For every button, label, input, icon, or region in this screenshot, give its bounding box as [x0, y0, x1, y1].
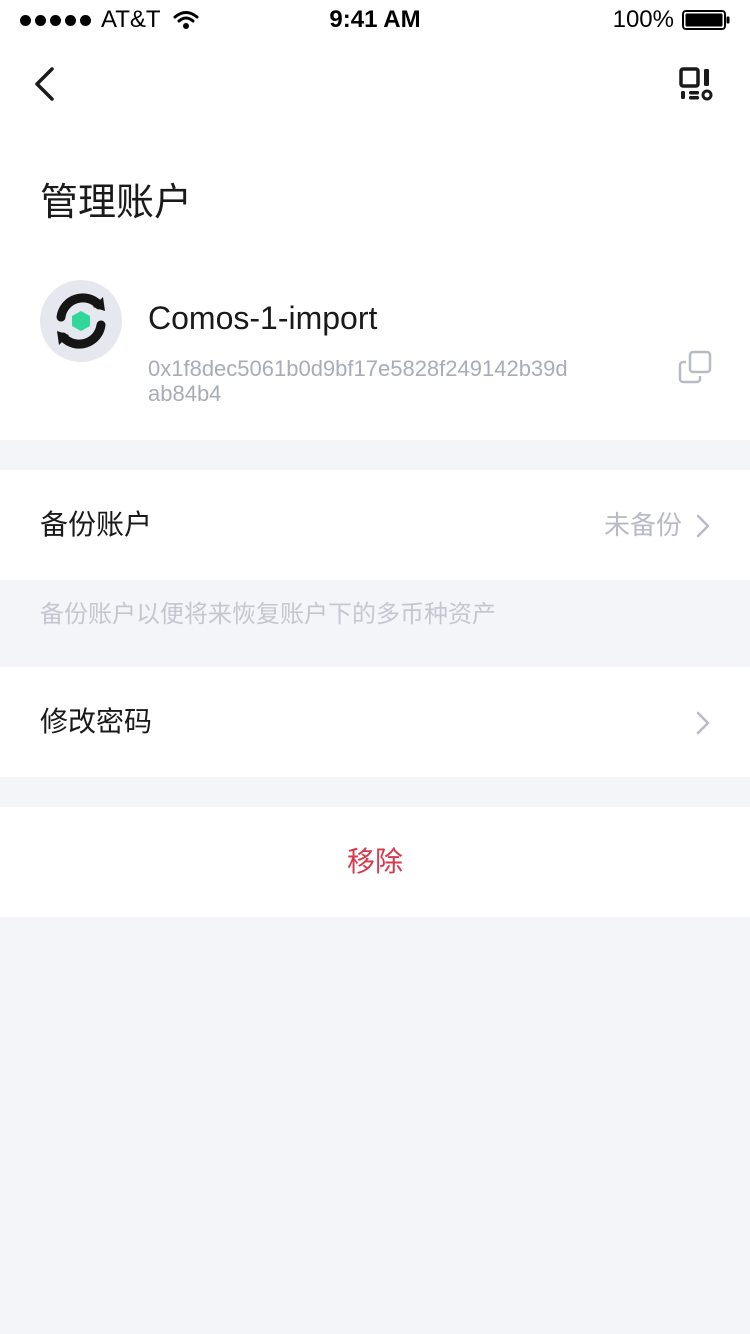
backup-account-row[interactable]: 备份账户 未备份	[0, 470, 750, 580]
page-title: 管理账户	[40, 182, 193, 224]
backup-status: 未备份	[603, 510, 682, 540]
account-header: 管理账户 Comos-1-import 0x1f8dec5061b0d9bf17…	[0, 40, 750, 440]
battery-percentage: 100%	[612, 6, 674, 33]
qr-scan-icon	[679, 67, 713, 101]
backup-hint: 备份账户以便将来恢复账户下的多币种资产	[40, 601, 496, 628]
account-name: Comos-1-import	[148, 300, 378, 336]
cosmos-logo-icon	[56, 293, 106, 349]
chevron-right-icon	[696, 711, 710, 735]
change-password-row[interactable]: 修改密码	[0, 667, 750, 777]
copy-icon	[678, 350, 712, 384]
status-bar: AT&T 9:41 AM 100%	[0, 0, 750, 40]
status-bar-right: 100%	[613, 6, 730, 34]
backup-account-label: 备份账户	[40, 509, 153, 540]
chevron-right-icon	[696, 514, 710, 538]
copy-address-button[interactable]	[676, 348, 714, 386]
back-button[interactable]	[24, 62, 64, 106]
remove-account-button[interactable]: 移除	[0, 807, 750, 917]
scan-button[interactable]	[674, 62, 718, 106]
battery-icon	[682, 10, 730, 30]
account-avatar	[40, 280, 122, 362]
chevron-left-icon	[35, 67, 54, 101]
account-address: 0x1f8dec5061b0d9bf17e5828f249142b39dab84…	[148, 356, 568, 406]
change-password-label: 修改密码	[40, 706, 153, 737]
